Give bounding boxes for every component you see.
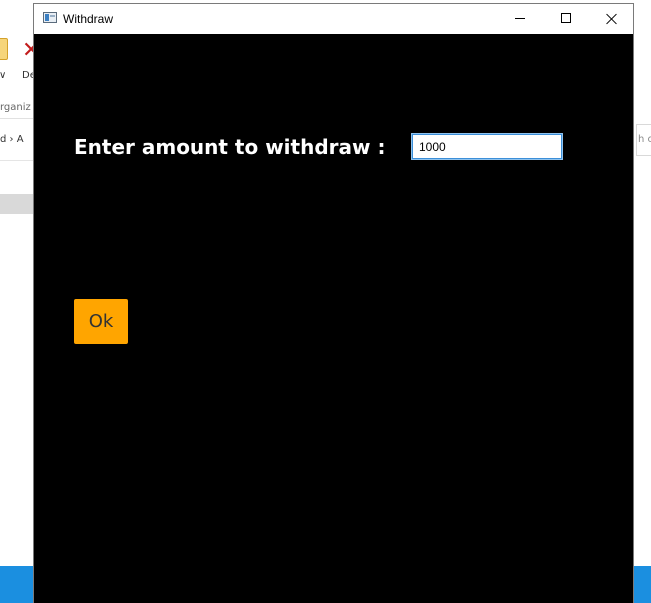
title-bar[interactable]: Withdraw [34, 4, 633, 34]
search-box-fragment: h c [636, 124, 651, 156]
address-bar-fragment: d › A [0, 134, 24, 145]
search-box-text: h c [638, 134, 651, 145]
minimize-button[interactable] [497, 4, 543, 34]
background-explorer-ribbon: ✕ ∨ De rganiz [0, 0, 40, 120]
background-right-pane [634, 0, 651, 603]
organize-group-label: rganiz [0, 102, 31, 113]
amount-prompt-label: Enter amount to withdraw : [74, 135, 386, 159]
window-title: Withdraw [63, 12, 114, 26]
window-app-icon [43, 12, 57, 23]
maximize-button[interactable] [543, 4, 589, 34]
close-button[interactable] [589, 4, 635, 34]
minimize-icon [515, 18, 525, 19]
ribbon-dropdown-label: ∨ [0, 70, 7, 81]
screen: ✕ ∨ De rganiz d › A h c Withdraw Enter a… [0, 0, 651, 603]
ok-button[interactable]: Ok [74, 299, 128, 344]
taskbar-left [0, 566, 34, 603]
taskbar-right [634, 566, 651, 603]
maximize-icon [561, 13, 571, 23]
dialog-content: Enter amount to withdraw : Ok [34, 34, 633, 603]
amount-input[interactable] [411, 133, 563, 160]
withdraw-window: Withdraw Enter amount to withdraw : Ok [33, 3, 634, 603]
new-folder-icon [0, 38, 8, 60]
close-icon [606, 13, 618, 25]
address-divider [0, 160, 34, 161]
explorer-selected-row [0, 194, 34, 214]
